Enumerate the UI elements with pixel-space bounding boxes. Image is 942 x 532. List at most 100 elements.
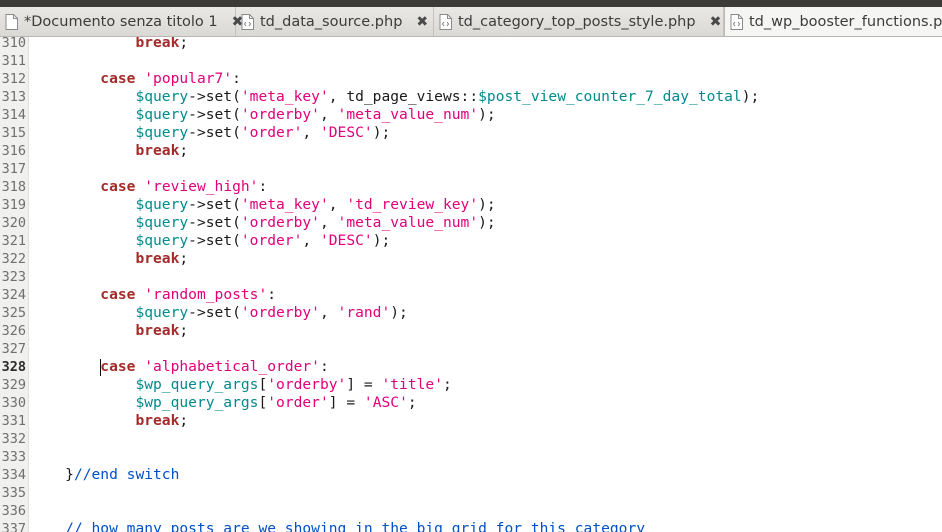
line-number: 336 xyxy=(1,503,26,519)
window-top-strip xyxy=(0,0,942,7)
comment-token: // how many posts are we showing in the … xyxy=(65,520,646,532)
code-line[interactable]: 337 // how many posts are we showing in … xyxy=(0,520,942,532)
code-line[interactable]: 312 case 'popular7': xyxy=(0,70,942,88)
code-token: ] = xyxy=(346,376,382,393)
code-text: case 'random_posts': xyxy=(30,286,276,304)
code-line[interactable]: 328 case 'alphabetical_order': xyxy=(0,358,942,376)
code-line[interactable]: 323 xyxy=(0,268,942,286)
code-token: , xyxy=(319,106,338,123)
code-line[interactable]: 311 xyxy=(0,52,942,70)
string-token: 'rand' xyxy=(337,304,391,321)
code-line[interactable]: 319 $query->set('meta_key', 'td_review_k… xyxy=(0,196,942,214)
code-line[interactable]: 314 $query->set('orderby', 'meta_value_n… xyxy=(0,106,942,124)
code-line[interactable]: 324 case 'random_posts': xyxy=(0,286,942,304)
string-token: 'DESC' xyxy=(319,232,373,249)
code-token: : xyxy=(267,286,277,303)
code-line[interactable]: 335 xyxy=(0,484,942,502)
code-token: ->set( xyxy=(188,88,241,105)
code-token: ); xyxy=(372,232,391,249)
code-line[interactable]: 318 case 'review_high': xyxy=(0,178,942,196)
code-token: ->set( xyxy=(188,304,241,321)
code-line[interactable]: 315 $query->set('order', 'DESC'); xyxy=(0,124,942,142)
code-line[interactable]: 336 xyxy=(0,502,942,520)
code-line[interactable]: 313 $query->set('meta_key', td_page_view… xyxy=(0,88,942,106)
code-token: : xyxy=(258,178,268,195)
code-text: $query->set('order', 'DESC'); xyxy=(30,124,390,142)
string-token: 'orderby' xyxy=(240,106,320,123)
code-line[interactable]: 333 xyxy=(0,448,942,466)
keyword-token: break xyxy=(135,142,180,159)
string-token: 'review_high' xyxy=(144,178,259,195)
code-line[interactable]: 334 }//end switch xyxy=(0,466,942,484)
code-file-icon xyxy=(730,14,743,30)
code-token: ); xyxy=(741,88,760,105)
code-line[interactable]: 321 $query->set('order', 'DESC'); xyxy=(0,232,942,250)
string-token: 'meta_value_num' xyxy=(337,106,479,123)
keyword-token: break xyxy=(135,37,180,51)
code-token: : xyxy=(232,70,241,87)
code-line[interactable]: 317 xyxy=(0,160,942,178)
variable-token: $query xyxy=(135,214,189,231)
code-token: ); xyxy=(390,304,408,321)
string-token: 'ASC' xyxy=(363,394,408,411)
keyword-token: case xyxy=(100,178,136,195)
code-token: , td_page_views:: xyxy=(328,88,479,105)
line-number: 330 xyxy=(1,395,26,411)
code-editor[interactable]: 310 break; 311 312 case 'popular7': 313 $qu… xyxy=(0,37,942,532)
line-number: 321 xyxy=(1,233,26,249)
code-line[interactable]: 320 $query->set('orderby', 'meta_value_n… xyxy=(0,214,942,232)
code-line[interactable]: 322 break; xyxy=(0,250,942,268)
code-token: ; xyxy=(179,322,189,339)
code-line[interactable]: 316 break; xyxy=(0,142,942,160)
code-text: break; xyxy=(30,322,188,340)
string-token: 'order' xyxy=(240,232,303,249)
tab-td-data-source[interactable]: td_data_source.php ✖ xyxy=(236,7,434,36)
code-line[interactable]: 332 xyxy=(0,430,942,448)
line-number: 318 xyxy=(1,179,26,195)
code-line[interactable]: 327 xyxy=(0,340,942,358)
code-text: case 'popular7': xyxy=(30,70,241,88)
code-text: $query->set('orderby', 'rand'); xyxy=(30,304,408,322)
code-text: // how many posts are we showing in the … xyxy=(30,520,645,532)
code-line[interactable]: 310 break; xyxy=(0,37,942,52)
code-token: ); xyxy=(478,106,496,123)
code-text: $query->set('meta_key', td_page_views::$… xyxy=(30,88,759,106)
code-line[interactable]: 331 break; xyxy=(0,412,942,430)
code-token: [ xyxy=(258,376,268,393)
tab-bar: *Documento senza titolo 1 ✖ td_data_sour… xyxy=(0,7,942,37)
code-token: ->set( xyxy=(188,124,241,141)
line-number: 316 xyxy=(1,143,26,159)
line-number: 322 xyxy=(1,251,26,267)
close-icon[interactable]: ✖ xyxy=(710,14,722,30)
tab-td-category-top-posts-style[interactable]: td_category_top_posts_style.php ✖ xyxy=(434,7,724,36)
line-number: 311 xyxy=(1,53,26,69)
code-line[interactable]: 330 $wp_query_args['order'] = 'ASC'; xyxy=(0,394,942,412)
keyword-token: break xyxy=(135,322,180,339)
variable-token: $query xyxy=(135,232,189,249)
variable-token: $wp_query_args xyxy=(135,394,259,411)
tab-documento-senza-titolo[interactable]: *Documento senza titolo 1 ✖ xyxy=(0,7,243,36)
code-token: ; xyxy=(179,142,189,159)
line-number: 317 xyxy=(1,161,26,177)
code-line[interactable]: 325 $query->set('orderby', 'rand'); xyxy=(0,304,942,322)
variable-token: $query xyxy=(135,88,189,105)
close-icon[interactable]: ✖ xyxy=(416,14,428,30)
line-number: 319 xyxy=(1,197,26,213)
line-number: 331 xyxy=(1,413,26,429)
code-line[interactable]: 326 break; xyxy=(0,322,942,340)
code-line[interactable]: 329 $wp_query_args['orderby'] = 'title'; xyxy=(0,376,942,394)
tab-td-wp-booster-functions[interactable]: td_wp_booster_functions.ph xyxy=(724,7,942,36)
code-token: , xyxy=(328,196,347,213)
string-token: 'meta_key' xyxy=(240,196,329,213)
